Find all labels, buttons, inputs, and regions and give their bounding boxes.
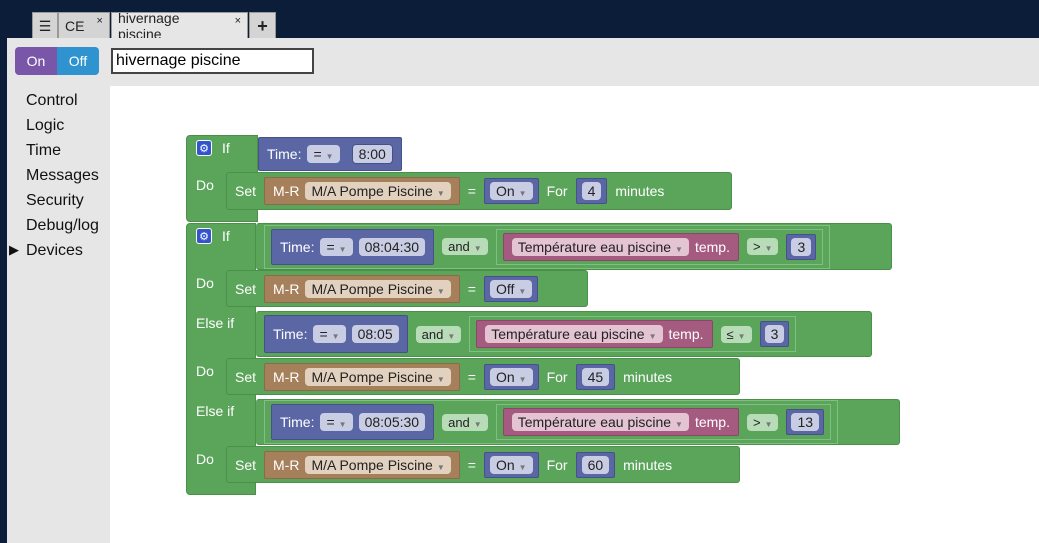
if-label: If bbox=[222, 140, 230, 156]
category-time[interactable]: Time bbox=[26, 142, 61, 160]
sensor-dropdown[interactable]: Température eau piscine ▼ bbox=[511, 237, 689, 256]
state-dropdown[interactable]: Off ▼ bbox=[489, 279, 533, 298]
sensor-dropdown[interactable]: Température eau piscine ▼ bbox=[511, 413, 689, 431]
threshold-value[interactable]: 13 bbox=[791, 413, 820, 431]
and-dropdown[interactable]: and ▼ bbox=[415, 325, 462, 343]
device-dropdown[interactable]: M/A Pompe Piscine ▼ bbox=[305, 182, 451, 200]
do-label: Do bbox=[196, 451, 214, 467]
condition-2[interactable]: Time: = ▼ 08:05 and ▼ Température eau piscin… bbox=[256, 311, 872, 357]
operator-dropdown[interactable]: = ▼ bbox=[307, 145, 340, 163]
do-label: Do bbox=[196, 275, 214, 291]
close-icon[interactable]: × bbox=[235, 15, 241, 27]
do-label: Do bbox=[196, 363, 214, 379]
category-debug[interactable]: Debug/log bbox=[26, 217, 99, 235]
time-value[interactable]: 8:00 bbox=[351, 144, 393, 164]
equals-label: = bbox=[467, 183, 476, 199]
time-block[interactable]: Time: = ▼ 8:00 bbox=[258, 137, 402, 171]
on-button[interactable]: On bbox=[15, 47, 57, 75]
time-block[interactable]: Time: = ▼ 08:05:30 bbox=[271, 404, 435, 440]
compare-dropdown[interactable]: ≤ ▼ bbox=[720, 325, 752, 343]
tab-menu[interactable]: ☰ bbox=[32, 12, 58, 39]
do-label: Do bbox=[196, 177, 214, 193]
category-logic[interactable]: Logic bbox=[26, 117, 64, 135]
sensor-dropdown[interactable]: Température eau piscine ▼ bbox=[485, 325, 663, 343]
state-dropdown[interactable]: On ▼ bbox=[489, 455, 533, 474]
device-dropdown[interactable]: M/A Pompe Piscine ▼ bbox=[305, 279, 451, 298]
category-messages[interactable]: Messages bbox=[26, 167, 99, 185]
elseif-label: Else if bbox=[196, 403, 235, 419]
add-tab-button[interactable]: + bbox=[249, 12, 276, 39]
and-dropdown[interactable]: and ▼ bbox=[442, 413, 488, 431]
for-label: For bbox=[546, 183, 568, 199]
category-control[interactable]: Control bbox=[26, 92, 78, 110]
if-label: If bbox=[222, 228, 230, 244]
time-value[interactable]: 08:04:30 bbox=[358, 237, 426, 256]
state-dropdown[interactable]: On ▼ bbox=[489, 367, 533, 386]
device-block[interactable]: M-R M/A Pompe Piscine ▼ bbox=[264, 177, 460, 205]
tab-label: CE bbox=[65, 18, 85, 34]
tab-ce[interactable]: CE × bbox=[58, 12, 110, 39]
off-button[interactable]: Off bbox=[57, 47, 99, 75]
set-block[interactable]: Set M-R M/A Pompe Piscine ▼ = On ▼ For 4 mi… bbox=[226, 172, 732, 210]
device-dropdown[interactable]: M/A Pompe Piscine ▼ bbox=[305, 455, 451, 474]
script-name-input[interactable] bbox=[111, 48, 314, 74]
compare-dropdown[interactable]: > ▼ bbox=[746, 238, 779, 255]
set-block[interactable]: Set M-R M/A Pompe Piscine ▼ = Off ▼ bbox=[226, 270, 588, 307]
expanded-arrow-icon: ▶ bbox=[9, 242, 19, 257]
category-devices[interactable]: Devices bbox=[26, 242, 83, 260]
and-dropdown[interactable]: and ▼ bbox=[442, 238, 488, 255]
time-block[interactable]: Time: = ▼ 08:05 bbox=[264, 315, 408, 353]
set-label: Set bbox=[235, 183, 257, 199]
time-block[interactable]: Time: = ▼ 08:04:30 bbox=[271, 228, 435, 265]
threshold-value[interactable]: 3 bbox=[764, 325, 785, 343]
condition-1[interactable]: Time: = ▼ 08:04:30 and ▼ Température eau pis… bbox=[256, 223, 892, 270]
category-security[interactable]: Security bbox=[26, 192, 84, 210]
menu-icon: ☰ bbox=[38, 17, 52, 34]
device-dropdown[interactable]: M/A Pompe Piscine ▼ bbox=[305, 367, 451, 386]
plus-icon: + bbox=[257, 15, 268, 36]
gear-icon[interactable]: ⚙ bbox=[196, 228, 212, 244]
gear-icon[interactable]: ⚙ bbox=[196, 140, 212, 156]
duration-value[interactable]: 60 bbox=[581, 455, 610, 474]
minutes-label: minutes bbox=[615, 183, 665, 199]
on-off-toggle[interactable]: On Off bbox=[15, 47, 99, 75]
tab-hivernage[interactable]: hivernage piscine × bbox=[111, 10, 248, 42]
condition-3[interactable]: Time: = ▼ 08:05:30 and ▼ Température eau pis… bbox=[256, 399, 900, 445]
set-block[interactable]: Set M-R M/A Pompe Piscine ▼ = On ▼ For 60 m… bbox=[226, 446, 740, 483]
time-value[interactable]: 08:05 bbox=[351, 325, 399, 343]
set-block[interactable]: Set M-R M/A Pompe Piscine ▼ = On ▼ For 45 m… bbox=[226, 358, 740, 395]
time-label: Time: bbox=[267, 146, 302, 162]
duration-value[interactable]: 4 bbox=[581, 182, 602, 200]
sensor-block[interactable]: Température eau piscine ▼ temp. bbox=[502, 232, 739, 261]
duration-value[interactable]: 45 bbox=[581, 367, 610, 386]
threshold-value[interactable]: 3 bbox=[791, 237, 812, 256]
compare-dropdown[interactable]: > ▼ bbox=[746, 413, 779, 431]
elseif-label: Else if bbox=[196, 315, 235, 331]
state-dropdown[interactable]: On ▼ bbox=[489, 182, 533, 200]
close-icon[interactable]: × bbox=[96, 15, 102, 27]
time-value[interactable]: 08:05:30 bbox=[358, 413, 426, 431]
